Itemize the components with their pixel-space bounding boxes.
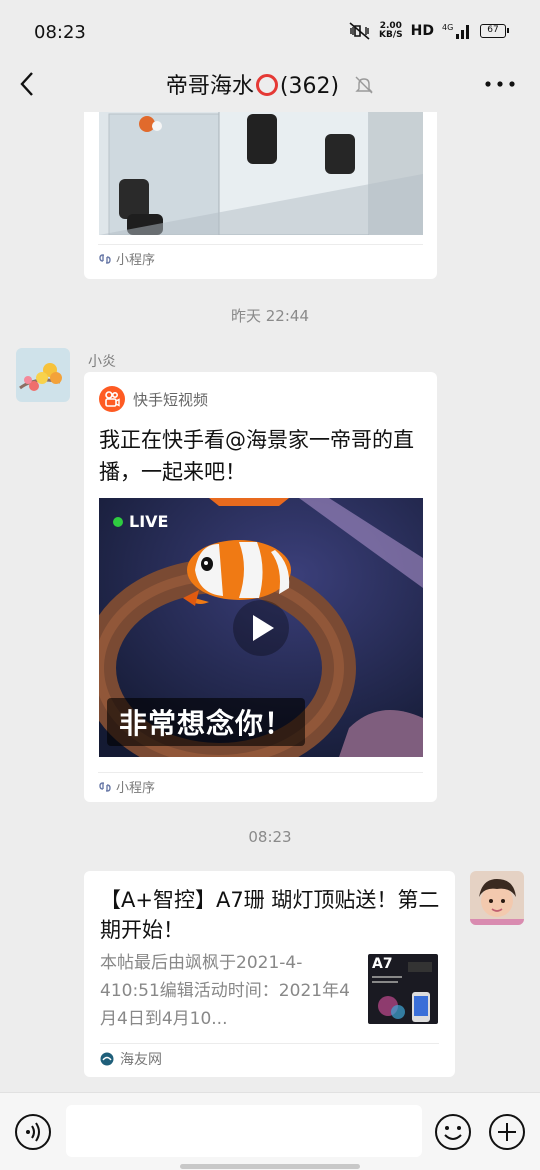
status-time: 08:23: [34, 22, 86, 43]
aquarium-tank-image: [99, 112, 423, 235]
battery-icon: 67: [480, 24, 509, 38]
avatar-image: [16, 348, 70, 402]
emoji-icon[interactable]: [434, 1113, 472, 1151]
more-options-icon[interactable]: [482, 70, 518, 98]
mini-program-icon: [99, 253, 111, 264]
avatar-image: [470, 871, 524, 925]
group-name: 帝哥海水: [165, 74, 254, 99]
app-name: 快手短视频: [133, 390, 209, 409]
live-label: LIVE: [129, 512, 169, 531]
sender-avatar[interactable]: [16, 348, 70, 402]
caption-text: 非常想念你！: [119, 707, 294, 740]
kuaishou-share-card[interactable]: 快手短视频 我正在快手看@海景家一帝哥的直播，一起来吧！ LIVE 非常想念你！…: [84, 372, 437, 802]
hd-label: HD: [410, 23, 434, 39]
link-description: 本帖最后由飒枫于2021-4-410:51编辑活动时间：2021年4月4日到4月…: [100, 953, 350, 1029]
source-site-icon: [100, 1052, 114, 1065]
chat-title: 帝哥海水 (362): [0, 68, 540, 100]
live-badge: LIVE: [113, 512, 168, 531]
kuaishou-app-icon: [99, 386, 125, 412]
link-source-row: 海友网: [100, 1043, 439, 1073]
link-thumbnail: A7: [368, 954, 438, 1024]
speed-unit: KB/S: [379, 30, 403, 40]
status-bar: 08:23 2.00 KB/S HD 4G 67: [0, 0, 540, 62]
timestamp: 昨天 22:44: [231, 307, 309, 325]
red-circle-emoji: [255, 74, 278, 96]
input-bar: [0, 1092, 540, 1170]
link-share-card[interactable]: 【A+智控】A7珊 瑚灯顶贴送！第二期开始！ 本帖最后由飒枫于2021-4-41…: [84, 871, 455, 1077]
live-caption: 非常想念你！: [107, 698, 306, 746]
message-list[interactable]: 小程序 昨天 22:44 小炎 快手短视频 我正在快手看@海景家一帝哥的直播，一…: [0, 112, 540, 1092]
mute-bell-icon: [355, 76, 373, 94]
mini-program-label: 小程序: [116, 253, 156, 268]
app-header: 快手短视频: [99, 386, 208, 412]
home-indicator: [180, 1164, 360, 1169]
mini-program-footer: 小程序: [98, 244, 423, 272]
status-icons: 2.00 KB/S HD 4G 67: [349, 22, 509, 40]
mute-vibrate-icon: [349, 22, 370, 40]
chat-header: 帝哥海水 (362): [0, 56, 540, 112]
mini-program-footer: 小程序: [98, 772, 423, 800]
source-name: 海友网: [120, 1051, 162, 1068]
member-count: (362): [279, 74, 340, 99]
voice-input-icon[interactable]: [14, 1113, 52, 1151]
card-thumbnail: [99, 112, 423, 235]
share-text: 我正在快手看@海景家一帝哥的直播，一起来吧！: [99, 428, 414, 484]
add-attachment-icon[interactable]: [488, 1113, 526, 1151]
svg-text:4G: 4G: [442, 23, 453, 32]
timestamp: 08:23: [248, 828, 292, 846]
mini-program-icon: [99, 781, 111, 792]
product-image: [372, 962, 432, 1022]
link-title: 【A+智控】A7珊 瑚灯顶贴送！第二期开始！: [100, 888, 440, 942]
my-avatar[interactable]: [470, 871, 524, 925]
message-input[interactable]: [66, 1105, 422, 1157]
signal-4g-icon: 4G: [442, 23, 469, 39]
live-thumbnail[interactable]: LIVE 非常想念你！: [99, 498, 423, 757]
network-speed: 2.00 KB/S: [379, 22, 403, 40]
sender-name: 小炎: [88, 354, 116, 370]
mini-program-card[interactable]: 小程序: [84, 112, 437, 279]
mini-program-label: 小程序: [116, 781, 156, 796]
